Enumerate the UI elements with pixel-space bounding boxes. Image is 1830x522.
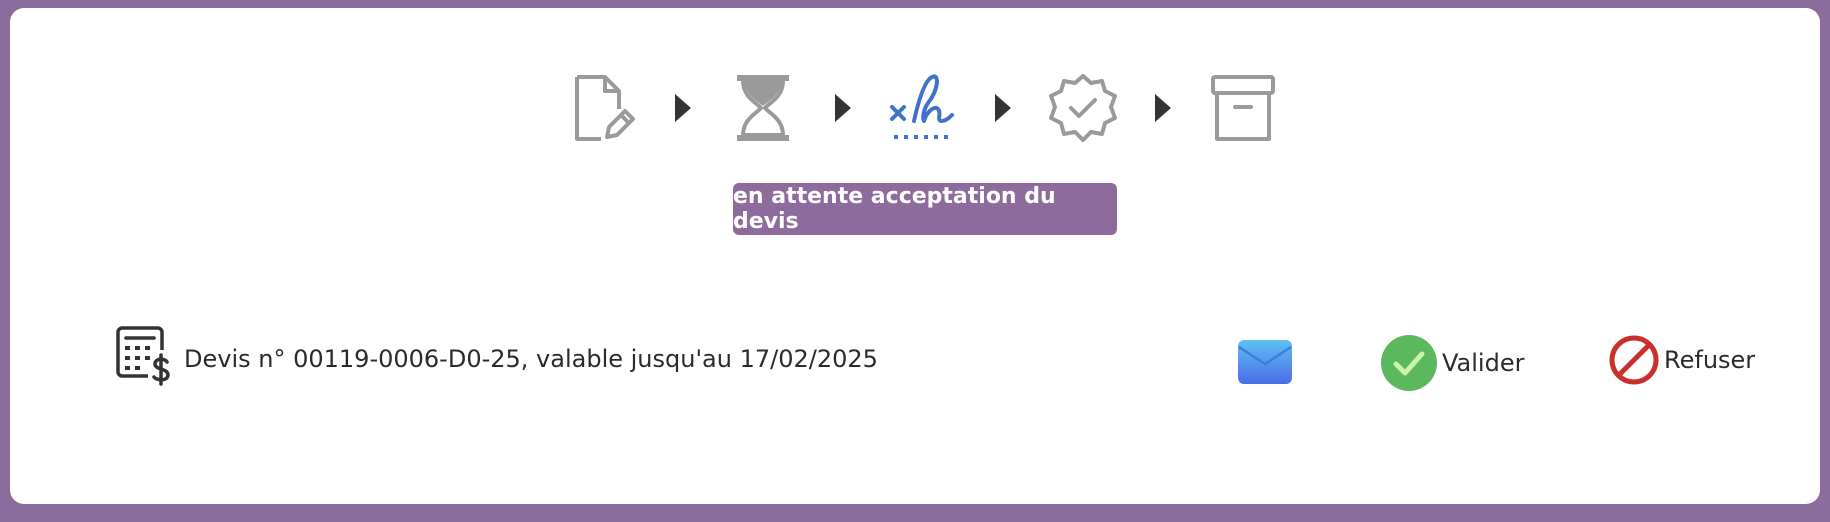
validate-button[interactable]: Valider	[1380, 334, 1524, 392]
workflow-steps	[560, 70, 1286, 146]
triangle-right-icon	[806, 70, 880, 146]
triangle-right-icon	[966, 70, 1040, 146]
certified-badge-icon	[1040, 70, 1126, 146]
refuse-label: Refuser	[1664, 346, 1756, 374]
refuse-button[interactable]: Refuser	[1608, 334, 1755, 386]
check-circle-icon	[1381, 335, 1437, 391]
document-edit-icon	[560, 70, 646, 146]
hourglass-icon	[720, 70, 806, 146]
quote-info: Devis n° 00119-0006-D0-25, valable jusqu…	[116, 326, 878, 391]
validate-label: Valider	[1442, 349, 1525, 377]
archive-box-icon	[1200, 70, 1286, 146]
send-email-button[interactable]	[1236, 338, 1294, 386]
triangle-right-icon	[646, 70, 720, 146]
quote-calculator-icon	[116, 326, 172, 391]
workflow-card: en attente acceptation du devis Devis n°…	[10, 8, 1820, 504]
envelope-icon	[1238, 340, 1292, 384]
signature-icon	[880, 70, 966, 146]
triangle-right-icon	[1126, 70, 1200, 146]
forbidden-icon	[1609, 335, 1659, 385]
status-badge: en attente acceptation du devis	[733, 183, 1117, 235]
quote-description: Devis n° 00119-0006-D0-25, valable jusqu…	[184, 344, 878, 373]
